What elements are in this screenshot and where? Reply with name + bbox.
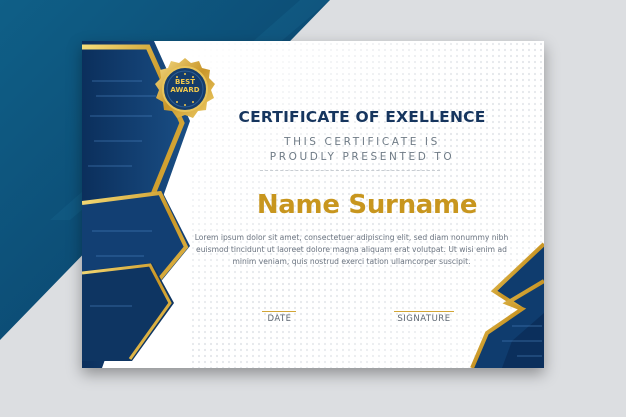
certificate-title: CERTIFICATE OF EXELLENCE: [238, 108, 486, 126]
date-line: [262, 311, 296, 312]
description-line3: minim veniam, quis nostrud exerci tation…: [232, 257, 471, 266]
description-line2: euismod tincidunt ut laoreet dolore magn…: [196, 245, 507, 254]
certificate-card: BEST AWARD CERTIFICATE OF EXELLENCE THIS…: [82, 41, 544, 368]
signature-label: SIGNATURE: [397, 314, 451, 324]
subtitle-line1: THIS CERTIFICATE IS: [284, 136, 440, 148]
seal-text-line2: AWARD: [170, 86, 200, 94]
recipient-name: Name Surname: [256, 190, 478, 220]
description-line1: Lorem ipsum dolor sit amet, consectetuer…: [194, 233, 509, 242]
description-text: Lorem ipsum dolor sit amet, consectetuer…: [194, 232, 509, 268]
seal-text-line1: BEST: [175, 78, 195, 86]
date-label: DATE: [267, 314, 292, 324]
divider: [260, 170, 440, 171]
award-seal-icon: BEST AWARD: [153, 57, 217, 121]
signature-line: [394, 311, 454, 312]
subtitle-line2: PROUDLY PRESENTED TO: [269, 151, 455, 163]
